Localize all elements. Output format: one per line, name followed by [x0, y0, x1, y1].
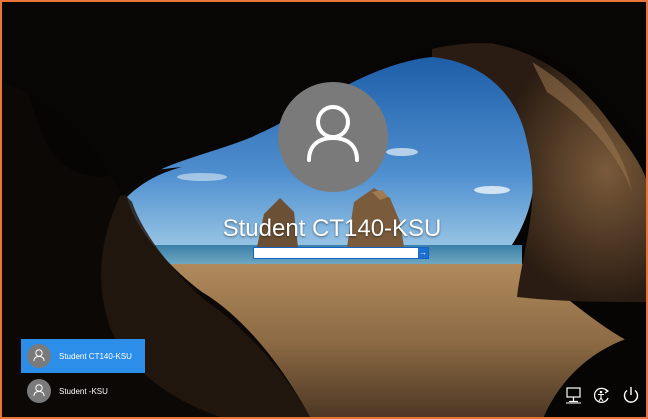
password-input[interactable] — [254, 248, 424, 258]
lock-screen: Student CT140-KSU → Student CT140-KSU St… — [0, 0, 648, 419]
user-icon — [33, 349, 45, 362]
network-button[interactable] — [564, 385, 584, 405]
power-button[interactable] — [621, 385, 641, 405]
password-field-container: → — [253, 247, 429, 259]
user-name-heading: Student CT140-KSU — [222, 215, 442, 242]
user-entry-student-ksu[interactable]: Student -KSU — [21, 374, 145, 408]
small-user-avatar — [27, 344, 51, 368]
ease-of-access-button[interactable] — [592, 385, 612, 405]
ease-of-access-icon — [593, 387, 610, 403]
user-entry-label: Student CT140-KSU — [59, 352, 132, 361]
small-user-avatar — [27, 379, 51, 403]
network-icon — [566, 387, 581, 404]
user-avatar — [278, 82, 388, 192]
user-entry-student-ct140-ksu[interactable]: Student CT140-KSU — [21, 339, 145, 373]
submit-button[interactable]: → — [418, 248, 428, 258]
user-icon — [307, 105, 359, 162]
user-icon — [33, 384, 45, 397]
user-entry-label: Student -KSU — [59, 387, 108, 396]
power-icon — [623, 387, 639, 403]
